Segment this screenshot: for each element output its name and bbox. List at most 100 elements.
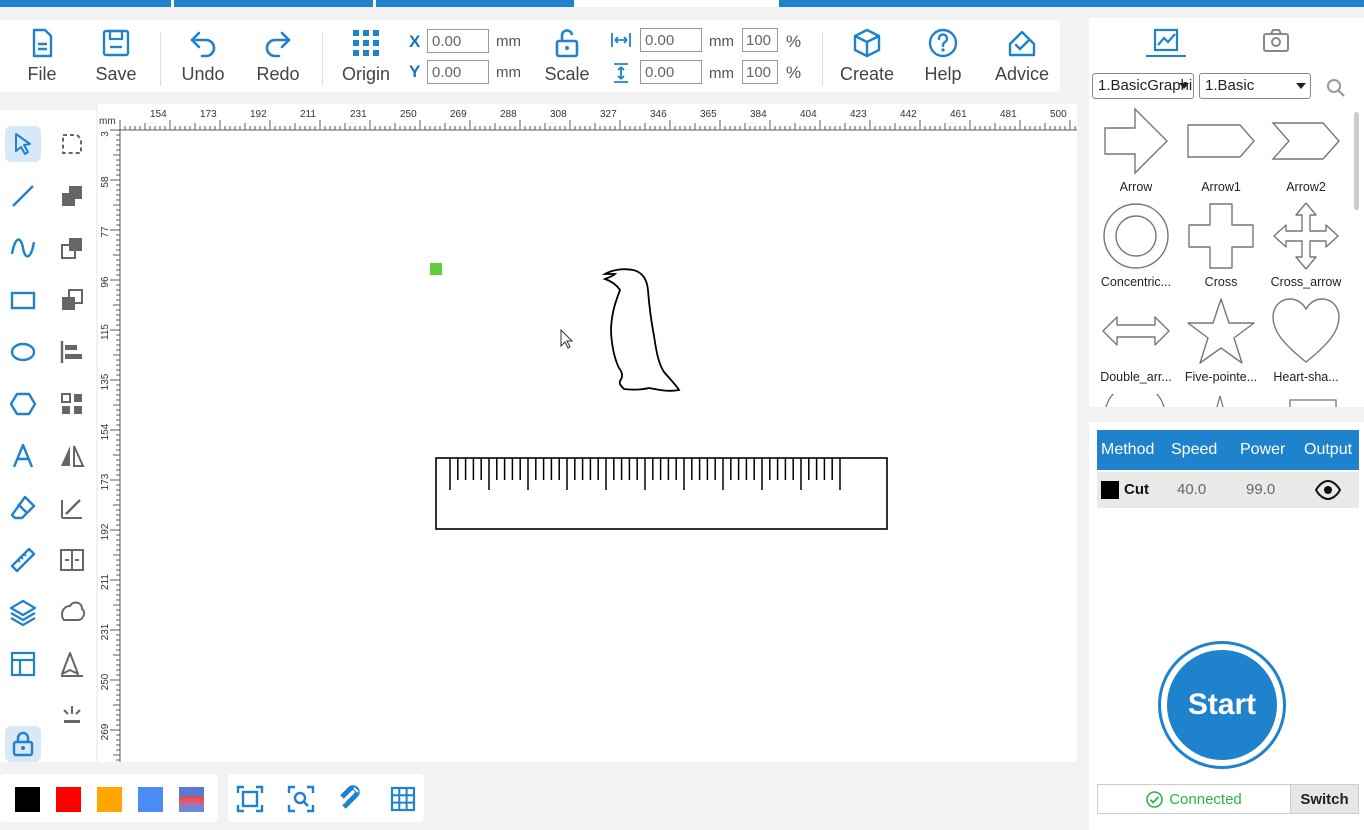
undo-button[interactable]: Undo (178, 28, 228, 90)
intersect-tool[interactable] (54, 282, 90, 318)
swatch-black[interactable] (15, 787, 40, 812)
help-button[interactable]: Help (918, 28, 968, 90)
library-item-cross-arrow[interactable]: Cross_arrow (1264, 201, 1348, 296)
file-button[interactable]: File (20, 28, 64, 90)
create-label: Create (839, 64, 895, 84)
library-item-heart[interactable]: Heart-sha... (1264, 296, 1348, 391)
tab-5[interactable] (779, 0, 1364, 7)
zoom-selection-button[interactable] (286, 784, 316, 814)
tab-3[interactable] (376, 0, 574, 7)
penguin-shape[interactable] (601, 268, 681, 392)
library-item-concentric[interactable]: Concentric... (1094, 201, 1178, 296)
ellipse-tool[interactable] (5, 334, 41, 370)
ruler-tick-label: 211 (100, 574, 111, 590)
layers-tool[interactable] (5, 594, 41, 630)
align-tool[interactable] (54, 334, 90, 370)
node-edit-tool[interactable] (54, 126, 90, 162)
design-canvas[interactable]: mm 154 173 192 211 231 250 269 288 308 327 346 365 38… (98, 104, 1077, 762)
library-item-label: Heart-sha... (1273, 370, 1339, 384)
selection-handle[interactable] (430, 263, 442, 275)
layer-speed[interactable]: 40.0 (1177, 481, 1206, 498)
help-label: Help (924, 64, 962, 84)
header-power: Power (1240, 441, 1286, 458)
fit-view-button[interactable] (235, 784, 265, 814)
union-tool[interactable] (54, 178, 90, 214)
select-tool[interactable] (5, 126, 41, 162)
create-button[interactable]: Create (838, 28, 896, 90)
scale-lock-button[interactable]: Scale (542, 28, 592, 90)
swatch-multicolor[interactable] (179, 787, 204, 812)
laser-tool[interactable] (54, 698, 90, 734)
width-input[interactable] (640, 28, 702, 52)
search-icon[interactable] (1326, 78, 1346, 98)
library-item-arrow2[interactable]: Arrow2 (1264, 106, 1348, 201)
tab-1[interactable] (0, 0, 171, 7)
offset-tool[interactable] (54, 594, 90, 630)
layer-method[interactable]: Cut (1124, 481, 1149, 498)
tab-2[interactable] (174, 0, 373, 7)
ruler-shape[interactable] (435, 457, 888, 530)
layer-color-swatch[interactable] (1101, 481, 1119, 499)
origin-button[interactable]: Origin (338, 28, 394, 90)
main-toolbar: File Save Undo Redo Origin X mm Y mm Sca… (0, 20, 1060, 92)
tab-shapes[interactable] (1146, 24, 1186, 58)
ruler-tick-label: 173 (200, 109, 217, 120)
rectangle-tool[interactable] (5, 282, 41, 318)
line-tool[interactable] (5, 178, 41, 214)
start-button[interactable]: Start (1167, 650, 1277, 760)
swatch-red[interactable] (56, 787, 81, 812)
layer-power[interactable]: 99.0 (1246, 481, 1275, 498)
ruler-tick-label: 327 (600, 109, 617, 120)
ruler-tool[interactable] (5, 542, 41, 578)
eye-icon[interactable] (1315, 480, 1341, 500)
library-scrollbar[interactable] (1354, 112, 1359, 210)
eraser-tool[interactable] (5, 490, 41, 526)
redo-button[interactable]: Redo (254, 28, 302, 90)
category-select[interactable]: 1.BasicGraphics (1092, 73, 1194, 99)
y-position-input[interactable] (427, 60, 489, 84)
library-item-cross[interactable]: Cross (1179, 201, 1263, 296)
library-item-arrow[interactable]: Arrow (1094, 106, 1178, 201)
measure-angle-tool[interactable] (54, 490, 90, 526)
template-tool[interactable] (5, 646, 41, 682)
library-item-five-pointed-star[interactable]: Five-pointe... (1179, 296, 1263, 391)
switch-button[interactable]: Switch (1291, 785, 1358, 813)
polygon-tool[interactable] (5, 386, 41, 422)
library-item-double-arrow[interactable]: Double_arr... (1094, 296, 1178, 391)
offset-icon (61, 601, 86, 621)
array-tool[interactable] (54, 386, 90, 422)
x-position-input[interactable] (427, 29, 489, 53)
library-item-label: Arrow2 (1286, 180, 1326, 194)
tool-panel (0, 110, 96, 762)
advice-label: Advice (994, 64, 1050, 84)
layer-table-header: Method Speed Power Output (1097, 430, 1359, 470)
tab-camera[interactable] (1256, 24, 1296, 58)
snap-button[interactable] (337, 784, 367, 814)
split-tool[interactable] (54, 542, 90, 578)
magnet-icon (340, 785, 360, 809)
swatch-blue[interactable] (138, 787, 163, 812)
mirror-tool[interactable] (54, 438, 90, 474)
lock-tool[interactable] (5, 726, 41, 762)
subtract-tool[interactable] (54, 230, 90, 266)
ruler-tick-label: 269 (100, 723, 111, 740)
y-unit: mm (496, 64, 521, 81)
subcategory-select[interactable]: 1.Basic (1199, 73, 1311, 99)
curve-tool[interactable] (5, 230, 41, 266)
save-button[interactable]: Save (94, 28, 138, 90)
undo-label: Undo (181, 64, 225, 84)
zoom-selection-icon (287, 785, 315, 813)
ruler-tick-label: 231 (350, 109, 367, 120)
width-percent-input[interactable] (742, 28, 778, 52)
height-input[interactable] (640, 60, 702, 84)
text-tool[interactable] (5, 438, 41, 474)
height-percent-input[interactable] (742, 60, 778, 84)
undo-icon (190, 31, 216, 58)
advice-button[interactable]: Advice (990, 28, 1054, 90)
grid-toggle-button[interactable] (388, 784, 418, 814)
swatch-orange[interactable] (97, 787, 122, 812)
library-item-arrow1[interactable]: Arrow1 (1179, 106, 1263, 201)
layer-row[interactable]: Cut 40.0 99.0 (1097, 472, 1359, 508)
hexagon-icon (9, 392, 37, 416)
pen-tool[interactable] (54, 646, 90, 682)
